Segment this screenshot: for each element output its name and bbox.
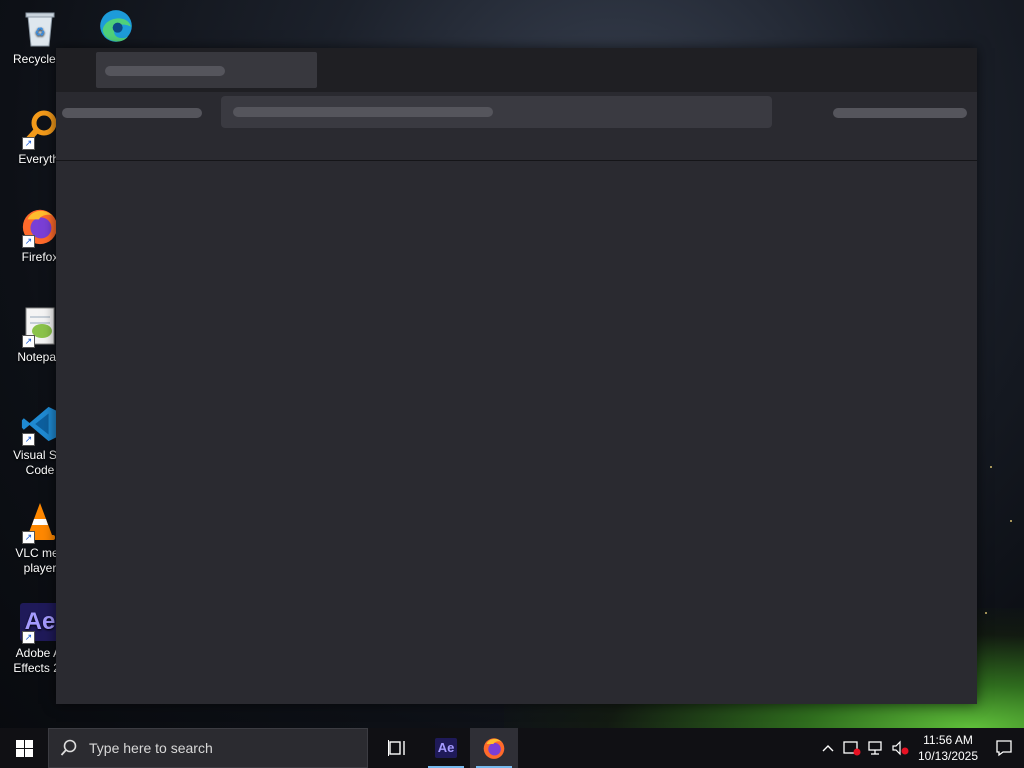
shortcut-arrow-icon: ↗ bbox=[22, 531, 35, 544]
shortcut-arrow-icon: ↗ bbox=[22, 235, 35, 248]
after-effects-icon: Ae bbox=[435, 738, 457, 758]
network-icon bbox=[868, 741, 882, 755]
recycle-bin-icon: ♻ bbox=[20, 8, 60, 48]
tab-title-placeholder bbox=[105, 66, 225, 76]
tray-network-button[interactable] bbox=[864, 728, 888, 768]
volume-muted-icon bbox=[892, 740, 909, 756]
vscode-icon: ↗ bbox=[20, 404, 60, 446]
taskbar-after-effects[interactable]: Ae bbox=[422, 728, 470, 768]
window-titlebar[interactable] bbox=[56, 48, 977, 92]
search-placeholder: Type here to search bbox=[89, 740, 213, 756]
firefox-icon bbox=[483, 738, 505, 759]
toolbar-nav-placeholder[interactable] bbox=[62, 108, 202, 118]
vlc-icon: ↗ bbox=[20, 502, 60, 544]
everything-search-icon: ↗ bbox=[20, 108, 60, 150]
system-tray: 11:56 AM 10/13/2025 bbox=[816, 728, 1024, 768]
app-window[interactable] bbox=[56, 48, 977, 704]
clock-time: 11:56 AM bbox=[923, 733, 973, 747]
taskbar-clock[interactable]: 11:56 AM 10/13/2025 bbox=[912, 732, 984, 764]
wallpaper-star bbox=[990, 466, 992, 468]
task-view-icon bbox=[388, 740, 405, 756]
show-hidden-icons-button[interactable] bbox=[816, 728, 840, 768]
windows-logo-icon bbox=[15, 739, 33, 757]
firefox-icon: ↗ bbox=[20, 206, 60, 248]
wallpaper-star bbox=[1010, 520, 1012, 522]
taskbar: Type here to search Ae 11:56 AM 10/13/20… bbox=[0, 728, 1024, 768]
window-toolbar bbox=[56, 92, 977, 161]
notepad-plus-plus-icon: ↗ bbox=[20, 306, 60, 348]
window-content[interactable] bbox=[56, 161, 977, 704]
tray-volume-button[interactable] bbox=[888, 728, 912, 768]
task-view-button[interactable] bbox=[374, 728, 422, 768]
clock-date: 10/13/2025 bbox=[917, 749, 979, 763]
start-button[interactable] bbox=[0, 728, 48, 768]
browser-tab[interactable] bbox=[96, 52, 317, 88]
toolbar-actions-placeholder[interactable] bbox=[833, 108, 967, 118]
desktop-icon-edge[interactable] bbox=[80, 6, 152, 50]
svg-text:♻: ♻ bbox=[35, 25, 46, 39]
taskbar-search-box[interactable]: Type here to search bbox=[48, 728, 368, 768]
notification-icon bbox=[996, 740, 1012, 757]
action-center-button[interactable] bbox=[984, 728, 1024, 768]
wallpaper-star bbox=[985, 612, 987, 614]
update-warning-icon bbox=[843, 741, 861, 756]
after-effects-icon: Ae ↗ bbox=[20, 602, 60, 644]
shortcut-arrow-icon: ↗ bbox=[22, 631, 35, 644]
shortcut-arrow-icon: ↗ bbox=[22, 137, 35, 150]
search-icon bbox=[49, 739, 89, 757]
address-placeholder bbox=[233, 107, 493, 117]
address-bar[interactable] bbox=[221, 96, 772, 128]
chevron-up-icon bbox=[822, 745, 834, 752]
shortcut-arrow-icon: ↗ bbox=[22, 335, 35, 348]
shortcut-arrow-icon: ↗ bbox=[22, 433, 35, 446]
tray-update-button[interactable] bbox=[840, 728, 864, 768]
taskbar-firefox[interactable] bbox=[470, 728, 518, 768]
edge-icon bbox=[96, 6, 136, 46]
